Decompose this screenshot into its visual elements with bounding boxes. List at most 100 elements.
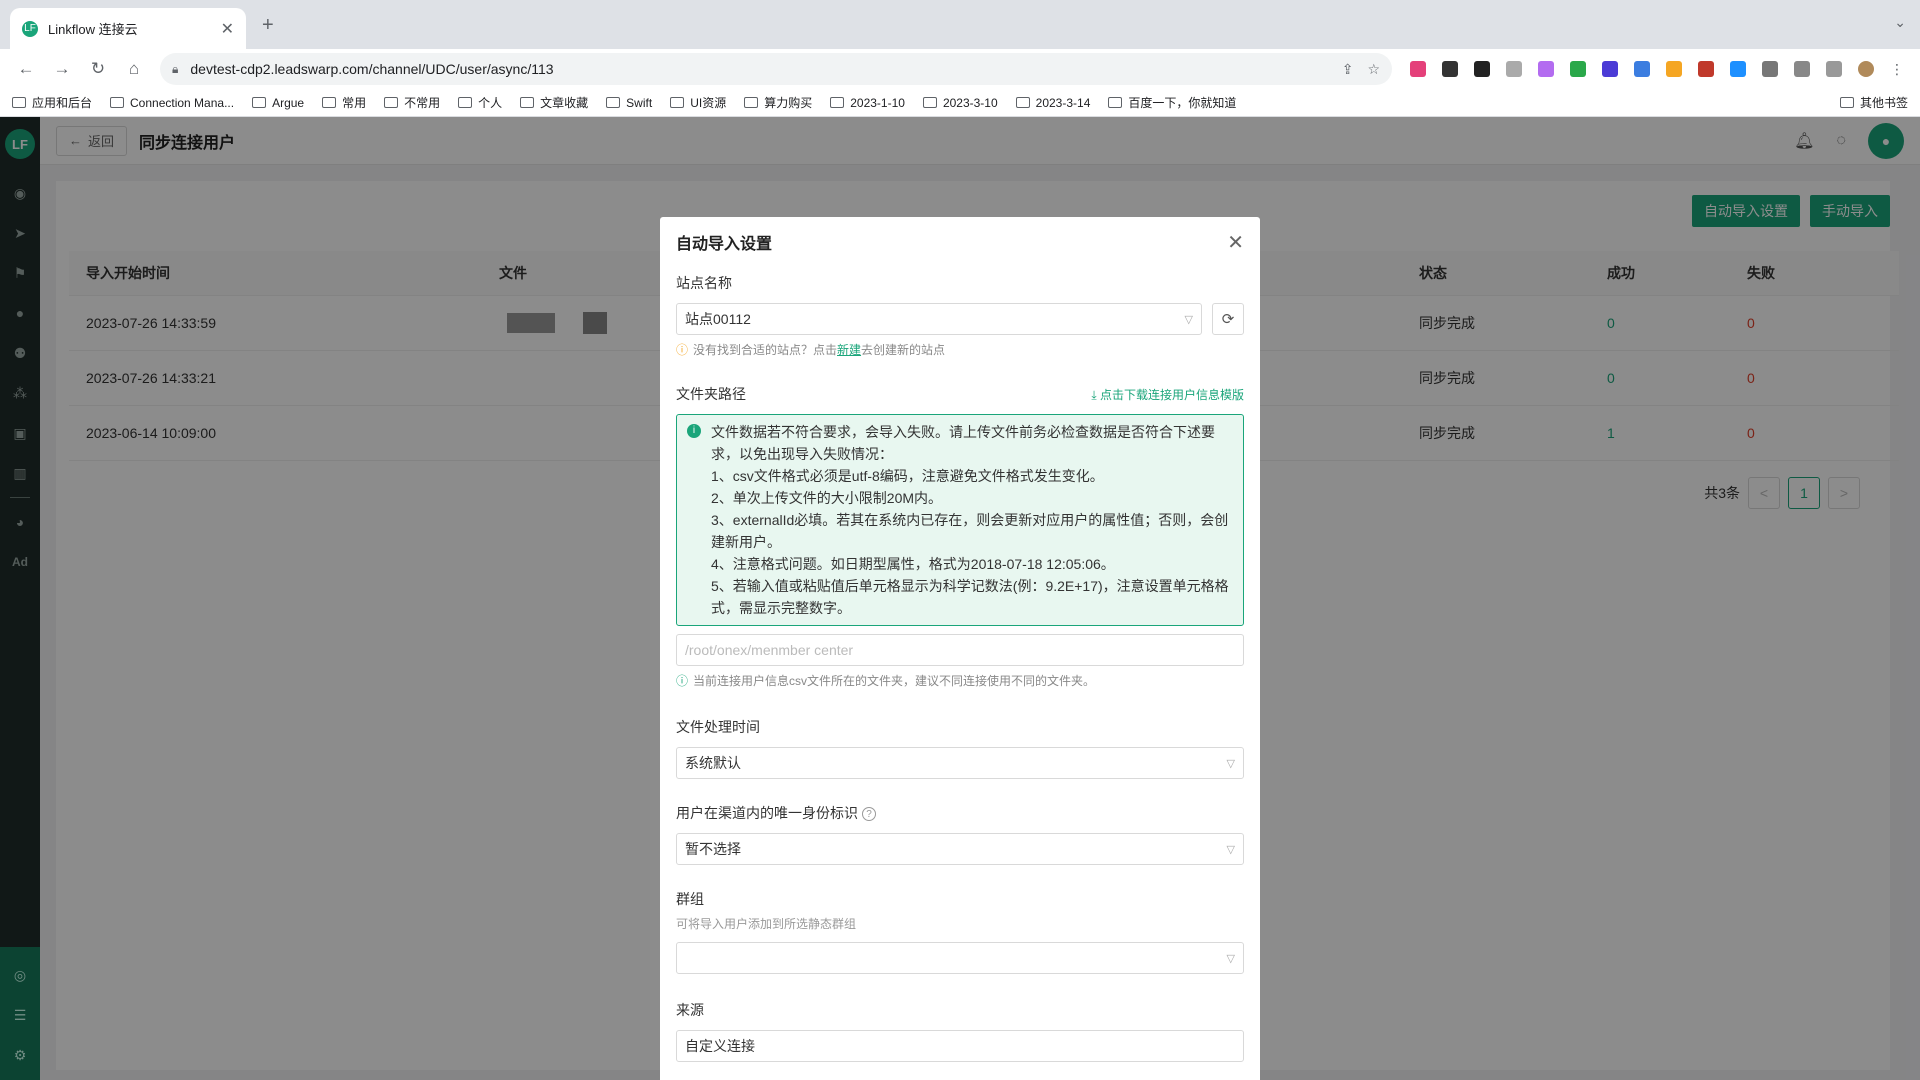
bookmark-label: Argue	[272, 95, 305, 110]
extension-icon[interactable]	[1634, 61, 1650, 77]
refresh-icon[interactable]: ⟳	[1212, 303, 1244, 335]
group-label: 群组	[676, 891, 704, 907]
extension-icon[interactable]	[1538, 61, 1554, 77]
baidu-icon	[1108, 97, 1123, 108]
identity-label: 用户在渠道内的唯一身份标识?	[676, 803, 1244, 823]
folder-icon	[252, 97, 267, 108]
bookmark-label: Connection Mana...	[130, 95, 235, 110]
new-tab-icon[interactable]: +	[262, 14, 274, 37]
source-input[interactable]: 自定义连接	[676, 1030, 1244, 1062]
bookmark-item[interactable]: 百度一下，你就知道	[1108, 94, 1236, 111]
source-label: 来源	[676, 1002, 704, 1018]
identity-value: 暂不选择	[685, 841, 741, 857]
site-hint-text-post: 去创建新的站点	[861, 343, 946, 357]
folder-path-input[interactable]: /root/onex/menmber center	[676, 634, 1244, 666]
folder-icon	[744, 97, 759, 108]
extension-icon[interactable]	[1570, 61, 1586, 77]
bookmark-item[interactable]: 2023-3-14	[1015, 96, 1090, 110]
bookmark-item[interactable]: Connection Mana...	[110, 96, 234, 110]
bookmark-item[interactable]: UI资源	[670, 94, 726, 111]
bookmark-label: 2023-1-10	[850, 95, 905, 110]
extension-icon[interactable]	[1410, 61, 1426, 77]
folder-icon	[110, 97, 125, 108]
download-icon: ⤓	[1091, 387, 1100, 402]
folder-icon	[322, 97, 337, 108]
home-icon[interactable]: ⌂	[120, 55, 148, 83]
bookmark-item[interactable]: 2023-1-10	[830, 96, 905, 110]
alert-line: 2、单次上传文件的大小限制20M内。	[711, 490, 943, 506]
folder-icon	[1839, 97, 1854, 108]
site-select-value: 站点00112	[685, 311, 751, 327]
tab-search-chevron-icon[interactable]: ⌄	[1894, 14, 1906, 31]
group-select[interactable]: ▽	[676, 942, 1244, 974]
create-site-link[interactable]: 新建	[837, 341, 861, 358]
process-time-value: 系统默认	[685, 755, 741, 771]
folder-label: 文件夹路径	[676, 386, 746, 402]
other-bookmarks[interactable]: 其他书签	[1839, 94, 1908, 111]
folder-icon	[670, 97, 685, 108]
chevron-down-icon: ▽	[1226, 843, 1235, 856]
bookmark-item[interactable]: 常用	[322, 94, 366, 111]
extension-icon[interactable]	[1506, 61, 1522, 77]
bookmark-item[interactable]: Argue	[252, 96, 304, 110]
close-icon[interactable]: ✕	[1227, 230, 1244, 255]
site-hint-text: 没有找到合适的站点？点击	[693, 343, 838, 357]
folder-icon	[520, 97, 535, 108]
bookmark-label: 常用	[342, 96, 367, 110]
extension-icon[interactable]	[1442, 61, 1458, 77]
site-hint: ⓘ 没有找到合适的站点？点击 新建 去创建新的站点	[676, 341, 1244, 358]
folder-icon	[458, 97, 473, 108]
extension-icon[interactable]	[1474, 61, 1490, 77]
folder-icon	[606, 97, 621, 108]
bookmark-label: 不常用	[404, 96, 441, 110]
bookmark-item[interactable]: 应用和后台	[12, 94, 92, 111]
close-tab-icon[interactable]: ✕	[221, 19, 234, 39]
extension-icon[interactable]	[1698, 61, 1714, 77]
forward-arrow-icon[interactable]: →	[48, 55, 76, 83]
bookmark-label: 2023-3-10	[942, 95, 998, 110]
bookmark-item[interactable]: 2023-3-10	[922, 95, 998, 110]
folder-icon	[384, 97, 399, 108]
requirements-alert: i 文件数据若不符合要求，会导入失败。请上传文件前务必检查数据是否符合下述要求，…	[676, 414, 1244, 626]
tab-title: Linkflow 连接云	[48, 22, 138, 37]
bookmark-label: 算力购买	[764, 96, 813, 110]
side-panel-icon[interactable]	[1826, 61, 1842, 77]
download-template-label: 点击下载连接用户信息模版	[1099, 387, 1244, 402]
browser-tab-strip: LF Linkflow 连接云 ✕ + ⌄	[0, 0, 1920, 49]
info-outline-icon: ⓘ	[676, 674, 689, 688]
address-bar[interactable]: 🔒︎ devtest-cdp2.leadswarp.com/channel/UD…	[160, 53, 1392, 85]
puzzle-extensions-icon[interactable]	[1762, 61, 1778, 77]
browser-menu-icon[interactable]: ⋮	[1890, 61, 1904, 78]
bookmark-item[interactable]: 不常用	[384, 94, 440, 111]
alert-line: 4、注意格式问题。如日期型属性，格式为2018-07-18 12:05:06。	[711, 556, 1115, 572]
identity-select[interactable]: 暂不选择 ▽	[676, 833, 1244, 865]
extension-icon[interactable]	[1602, 61, 1618, 77]
browser-tab[interactable]: LF Linkflow 连接云 ✕	[10, 8, 246, 49]
help-icon[interactable]: ?	[862, 807, 876, 822]
back-arrow-icon[interactable]: ←	[12, 55, 40, 83]
download-template-link[interactable]: ⤓ 点击下载连接用户信息模版	[1091, 386, 1244, 403]
reload-icon[interactable]: ↻	[84, 55, 112, 83]
extension-icon[interactable]	[1730, 61, 1746, 77]
chevron-down-icon: ▽	[1226, 757, 1235, 770]
share-icon[interactable]: ⇪	[1342, 61, 1354, 78]
folder-icon	[922, 97, 937, 108]
bookmark-star-icon[interactable]: ☆	[1367, 61, 1380, 78]
folder-hint-text: 当前连接用户信息csv文件所在的文件夹，建议不同连接使用不同的文件夹。	[693, 674, 1096, 688]
profile-avatar[interactable]	[1858, 61, 1874, 77]
folder-icon	[1015, 97, 1030, 108]
bookmark-item[interactable]: Swift	[606, 96, 652, 110]
download-icon[interactable]	[1794, 61, 1810, 77]
process-time-select[interactable]: 系统默认 ▽	[676, 747, 1244, 779]
warning-icon: ⓘ	[676, 343, 689, 357]
modal-title: 自动导入设置	[676, 236, 773, 253]
url-text: devtest-cdp2.leadswarp.com/channel/UDC/u…	[190, 61, 554, 77]
bookmark-label: UI资源	[690, 96, 727, 110]
modal-header: 自动导入设置 ✕	[660, 217, 1260, 267]
bookmark-item[interactable]: 个人	[458, 94, 502, 111]
bookmark-item[interactable]: 算力购买	[744, 94, 812, 111]
extension-icon[interactable]	[1666, 61, 1682, 77]
folder-hint: ⓘ 当前连接用户信息csv文件所在的文件夹，建议不同连接使用不同的文件夹。	[676, 672, 1244, 689]
bookmark-item[interactable]: 文章收藏	[520, 94, 588, 111]
site-select[interactable]: 站点00112 ▽	[676, 303, 1202, 335]
